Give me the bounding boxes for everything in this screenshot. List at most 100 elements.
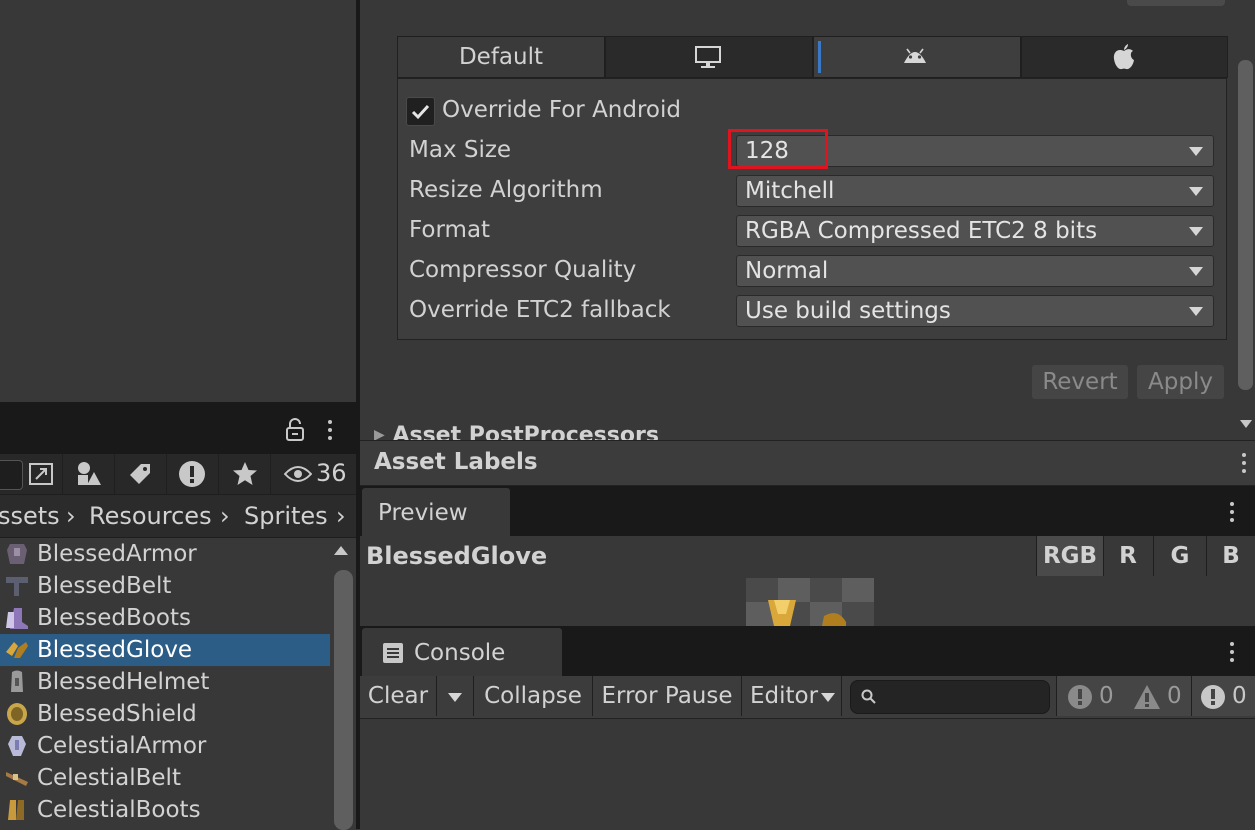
- console-toolbar: Clear Collapse Error Pause Editor 0 0 0: [360, 676, 1255, 719]
- list-item[interactable]: BlessedArmor: [0, 538, 330, 570]
- format-dropdown[interactable]: RGBA Compressed ETC2 8 bits: [736, 215, 1214, 247]
- warning-icon: [1134, 685, 1160, 709]
- tab-preview[interactable]: Preview: [362, 488, 510, 536]
- filter-by-issue-button[interactable]: [166, 454, 219, 494]
- breadcrumb-sprites[interactable]: Sprites: [244, 502, 328, 530]
- list-item[interactable]: CelestialArmor: [0, 730, 330, 762]
- console-icon: [383, 643, 403, 663]
- filter-by-label-button[interactable]: [114, 454, 167, 494]
- search-field-edge[interactable]: [0, 460, 23, 490]
- warning-toggle[interactable]: 0: [1125, 676, 1192, 716]
- list-item[interactable]: CelestialBoots: [0, 794, 330, 826]
- filter-by-type-button[interactable]: [62, 454, 115, 494]
- android-icon: [904, 48, 926, 63]
- tab-default[interactable]: Default: [397, 36, 605, 78]
- list-item[interactable]: BlessedBoots: [0, 602, 330, 634]
- list-item[interactable]: CelestialBelt: [0, 762, 330, 794]
- etc2-fallback-dropdown[interactable]: Use build settings: [736, 295, 1214, 327]
- chevron-down-icon: [1189, 227, 1203, 236]
- scene-view-area: [0, 0, 356, 402]
- chevron-right-icon: ›: [66, 502, 76, 530]
- asset-labels-kebab[interactable]: [1242, 453, 1246, 477]
- editor-dropdown[interactable]: Editor: [742, 676, 842, 716]
- list-item[interactable]: BlessedBelt: [0, 570, 330, 602]
- project-menu-kebab[interactable]: [328, 420, 332, 444]
- preview-tabbar: Preview: [360, 486, 1255, 536]
- resize-algorithm-dropdown[interactable]: Mitchell: [736, 175, 1214, 207]
- partial-button[interactable]: [1127, 0, 1225, 6]
- list-item[interactable]: BlessedShield: [0, 698, 330, 730]
- error-icon: [1201, 685, 1225, 709]
- resize-algorithm-value: Mitchell: [745, 178, 835, 204]
- max-size-label: Max Size: [409, 137, 512, 163]
- scroll-up-arrow-icon[interactable]: [334, 546, 348, 555]
- scroll-down-arrow-icon[interactable]: [1240, 420, 1252, 428]
- shapes-icon: [78, 462, 101, 485]
- clear-options-button[interactable]: [437, 676, 474, 716]
- chevron-down-icon: [1189, 147, 1203, 156]
- override-checkbox[interactable]: [406, 97, 435, 126]
- open-window-button[interactable]: [22, 454, 63, 494]
- breadcrumb-resources[interactable]: Resources: [89, 502, 212, 530]
- expand-window-icon: [29, 463, 53, 485]
- project-toolbar: 36: [0, 454, 356, 494]
- package-count: 36: [316, 459, 347, 487]
- channel-b-button[interactable]: B: [1207, 536, 1255, 576]
- console-search-input[interactable]: [850, 680, 1050, 714]
- belt-icon: [6, 772, 28, 786]
- info-toggle[interactable]: 0: [1056, 676, 1126, 716]
- console-kebab[interactable]: [1230, 642, 1234, 666]
- compressor-quality-dropdown[interactable]: Normal: [736, 255, 1214, 287]
- preview-asset-name: BlessedGlove: [366, 542, 548, 570]
- warning-count: 0: [1167, 683, 1182, 709]
- breadcrumb-assets[interactable]: ssets: [0, 502, 60, 530]
- boots-icon: [8, 800, 24, 820]
- asset-labels-bar[interactable]: Asset Labels: [360, 440, 1255, 486]
- preview-canvas: [360, 578, 1255, 626]
- chevron-down-icon: [1189, 307, 1203, 316]
- console-tab-label: Console: [414, 640, 506, 666]
- error-pause-button[interactable]: Error Pause: [593, 676, 742, 716]
- lock-icon[interactable]: [285, 418, 305, 442]
- revert-button[interactable]: Revert: [1032, 365, 1128, 399]
- list-item[interactable]: BlessedHelmet: [0, 666, 330, 698]
- scrollbar-thumb[interactable]: [334, 570, 353, 830]
- chevron-down-icon: [1189, 267, 1203, 276]
- chevron-right-icon: ›: [336, 502, 346, 530]
- channel-g-button[interactable]: G: [1154, 536, 1207, 576]
- list-scrollbar[interactable]: [332, 538, 356, 830]
- channel-r-button[interactable]: R: [1103, 536, 1154, 576]
- favorites-button[interactable]: [218, 454, 271, 494]
- glove-icon: [6, 642, 28, 658]
- chevron-down-icon: [448, 693, 462, 702]
- inspector-scrollbar-thumb[interactable]: [1238, 60, 1253, 390]
- tab-android[interactable]: [813, 36, 1021, 78]
- override-label: Override For Android: [442, 97, 681, 123]
- list-item-selected[interactable]: BlessedGlove: [0, 634, 330, 666]
- collapse-button[interactable]: Collapse: [474, 676, 593, 716]
- chevron-down-icon: [821, 693, 835, 702]
- project-panel-header: [0, 402, 356, 454]
- sprite-preview-image: [746, 578, 874, 626]
- star-icon: [233, 462, 257, 485]
- clear-button[interactable]: Clear: [360, 676, 437, 716]
- highlight-box: [728, 129, 828, 169]
- platform-tabs: Default: [397, 36, 1228, 78]
- console-log-area[interactable]: [360, 719, 1255, 829]
- format-value: RGBA Compressed ETC2 8 bits: [745, 218, 1098, 244]
- tab-ios[interactable]: [1021, 36, 1228, 78]
- asset-postprocessors-label: Asset PostProcessors: [392, 423, 659, 440]
- armor-icon: [7, 544, 27, 564]
- asset-postprocessors-section[interactable]: ▶ Asset PostProcessors: [374, 423, 659, 440]
- exclamation-icon: [179, 461, 205, 487]
- hidden-packages-toggle[interactable]: 36: [270, 454, 356, 494]
- search-icon: [861, 689, 876, 704]
- tab-standalone[interactable]: [605, 36, 813, 78]
- info-icon: [1068, 685, 1092, 709]
- error-toggle[interactable]: 0: [1192, 676, 1255, 716]
- editor-label: Editor: [750, 683, 819, 709]
- apply-button[interactable]: Apply: [1137, 365, 1224, 399]
- preview-kebab[interactable]: [1230, 502, 1234, 526]
- channel-rgb-button[interactable]: RGB: [1036, 536, 1104, 576]
- tab-console[interactable]: Console: [362, 628, 562, 676]
